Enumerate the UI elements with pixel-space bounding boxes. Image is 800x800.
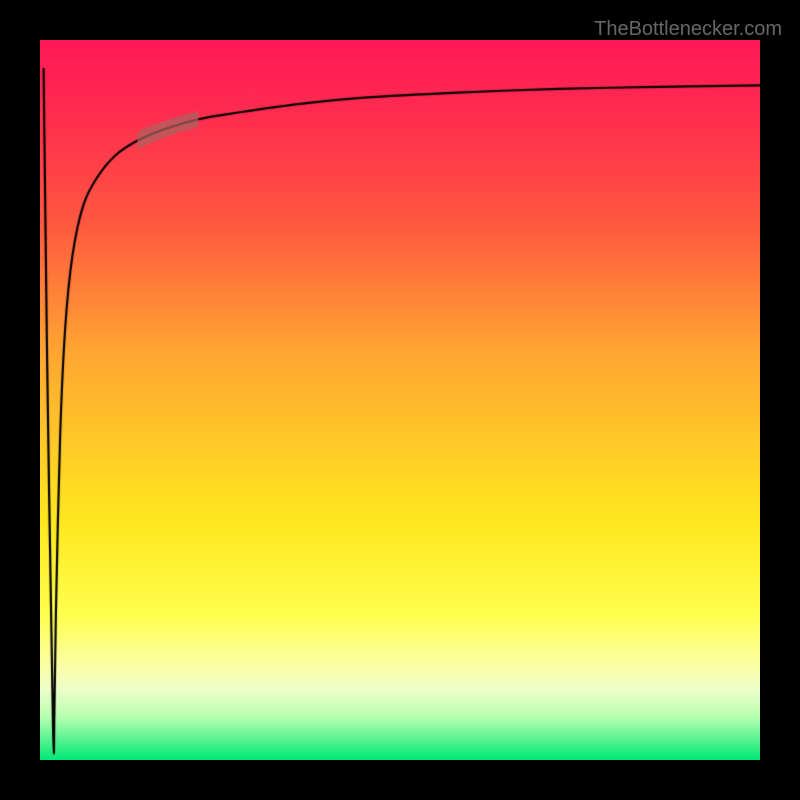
plot-gradient-area bbox=[40, 40, 760, 760]
watermark-text: TheBottlenecker.com bbox=[594, 18, 782, 41]
chart-container: TheBottlenecker.com bbox=[0, 0, 800, 800]
